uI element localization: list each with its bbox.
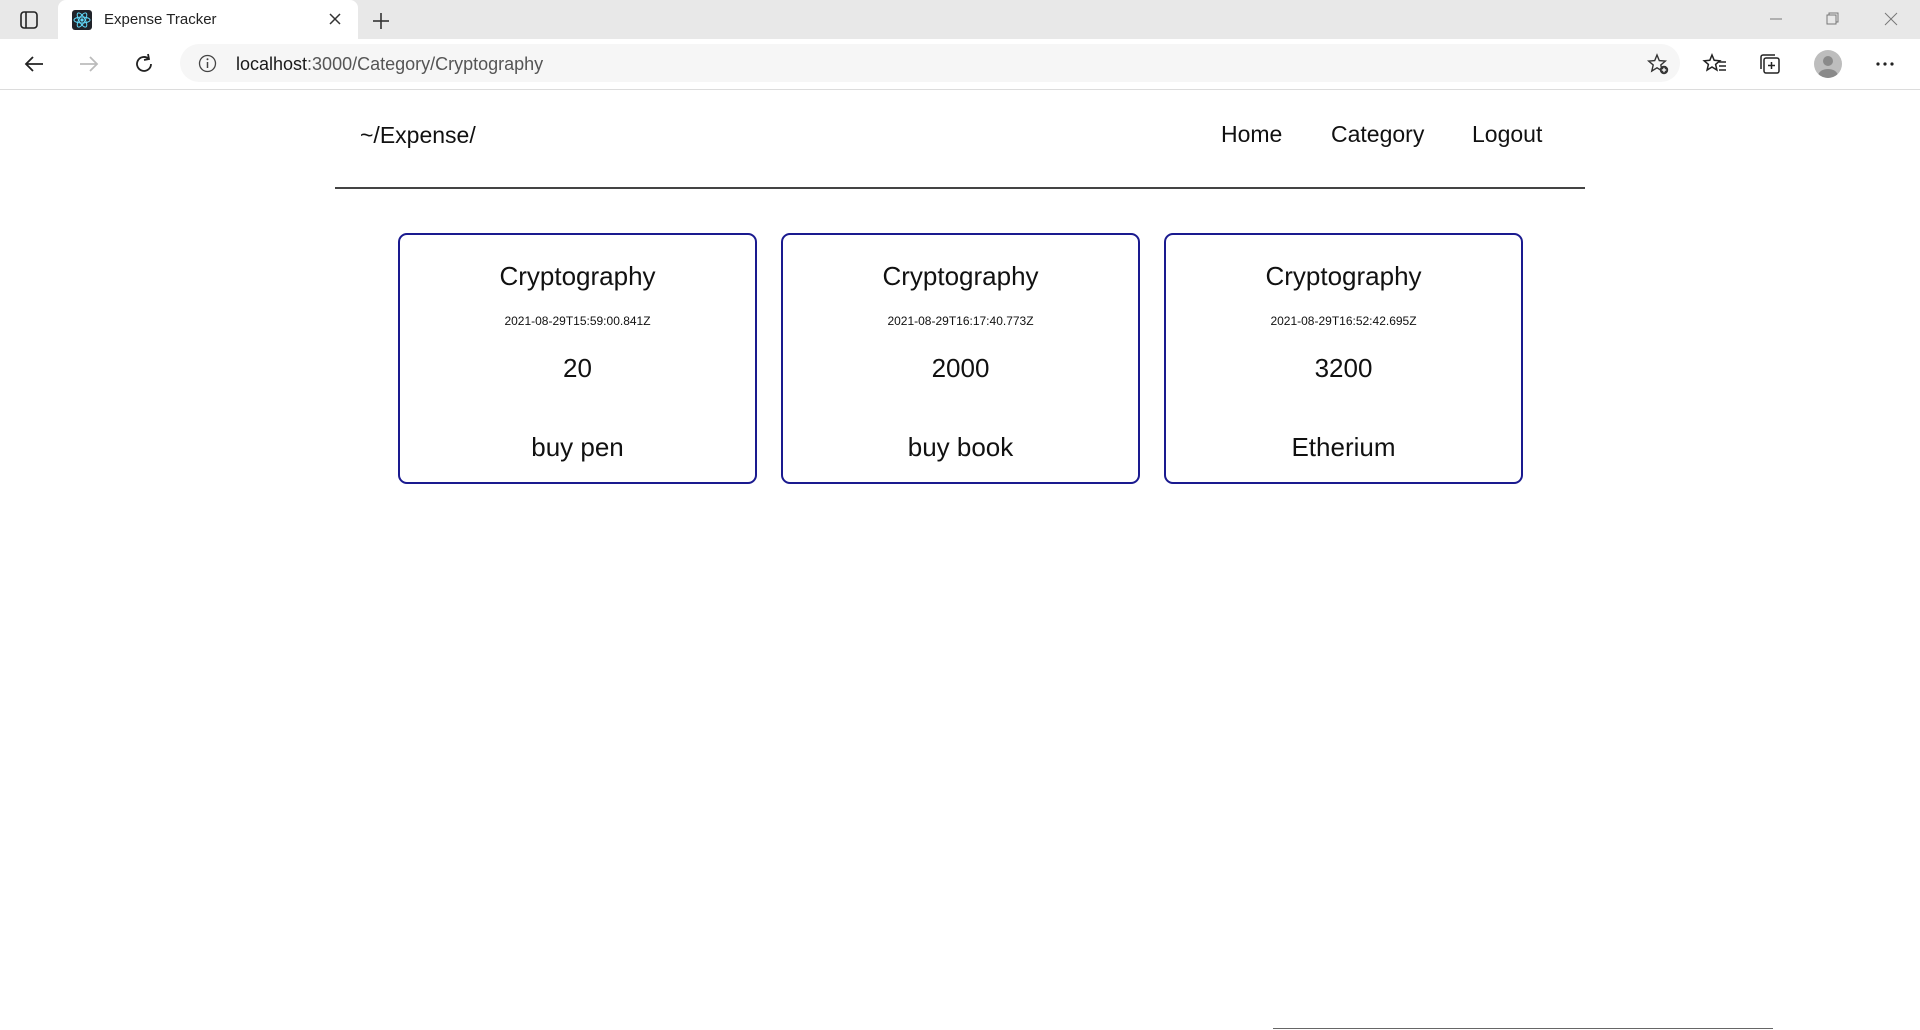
expense-card[interactable]: Cryptography 2021-08-29T16:17:40.773Z 20… bbox=[781, 233, 1140, 484]
expense-category: Cryptography bbox=[1265, 261, 1422, 291]
nav-logout[interactable]: Logout bbox=[1472, 121, 1542, 148]
url-path: :3000/Category/Cryptography bbox=[307, 54, 544, 74]
plus-icon[interactable] bbox=[368, 8, 394, 34]
expense-amount: 20 bbox=[563, 353, 592, 383]
expense-description: Etherium bbox=[1291, 432, 1396, 462]
tab-title: Expense Tracker bbox=[104, 11, 217, 28]
header-divider bbox=[335, 187, 1585, 189]
expense-category: Cryptography bbox=[499, 261, 656, 291]
url-text: localhost:3000/Category/Cryptography bbox=[236, 54, 543, 75]
expense-date: 2021-08-29T16:52:42.695Z bbox=[1270, 314, 1417, 328]
address-bar[interactable]: localhost:3000/Category/Cryptography bbox=[180, 44, 1680, 82]
forward-icon[interactable] bbox=[76, 51, 102, 77]
page-content: ~/Expense/ Home Category Logout Cryptogr… bbox=[0, 90, 1920, 1030]
add-favorite-icon[interactable] bbox=[1646, 52, 1670, 76]
expense-card[interactable]: Cryptography 2021-08-29T15:59:00.841Z 20… bbox=[398, 233, 757, 484]
tab-actions-icon[interactable] bbox=[18, 9, 40, 31]
info-icon[interactable] bbox=[198, 54, 217, 73]
collections-icon[interactable] bbox=[1757, 51, 1783, 77]
browser-title-bar: Expense Tracker bbox=[0, 0, 1920, 39]
url-host: localhost bbox=[236, 54, 308, 74]
browser-toolbar: localhost:3000/Category/Cryptography bbox=[0, 39, 1920, 90]
profile-icon[interactable] bbox=[1814, 50, 1842, 78]
more-icon[interactable] bbox=[1872, 51, 1898, 77]
footer-divider bbox=[1273, 1028, 1773, 1029]
nav-home[interactable]: Home bbox=[1221, 121, 1282, 148]
expense-description: buy pen bbox=[531, 432, 624, 462]
browser-tab[interactable]: Expense Tracker bbox=[58, 0, 358, 39]
close-window-icon[interactable] bbox=[1876, 6, 1906, 32]
refresh-icon[interactable] bbox=[131, 51, 157, 77]
expense-date: 2021-08-29T16:17:40.773Z bbox=[887, 314, 1034, 328]
expense-amount: 2000 bbox=[931, 353, 990, 383]
nav-category[interactable]: Category bbox=[1331, 121, 1424, 148]
restore-icon[interactable] bbox=[1817, 6, 1847, 32]
expense-description: buy book bbox=[907, 432, 1014, 462]
expense-amount: 3200 bbox=[1314, 353, 1373, 383]
profile-silhouette-icon bbox=[1818, 56, 1838, 78]
expense-card[interactable]: Cryptography 2021-08-29T16:52:42.695Z 32… bbox=[1164, 233, 1523, 484]
site-brand[interactable]: ~/Expense/ bbox=[360, 122, 476, 149]
react-favicon-icon bbox=[72, 10, 92, 30]
minimize-icon[interactable] bbox=[1761, 6, 1791, 32]
expense-date: 2021-08-29T15:59:00.841Z bbox=[504, 314, 651, 328]
expense-category: Cryptography bbox=[882, 261, 1039, 291]
back-icon[interactable] bbox=[21, 51, 47, 77]
close-icon[interactable] bbox=[324, 8, 346, 30]
favorites-icon[interactable] bbox=[1702, 51, 1728, 77]
